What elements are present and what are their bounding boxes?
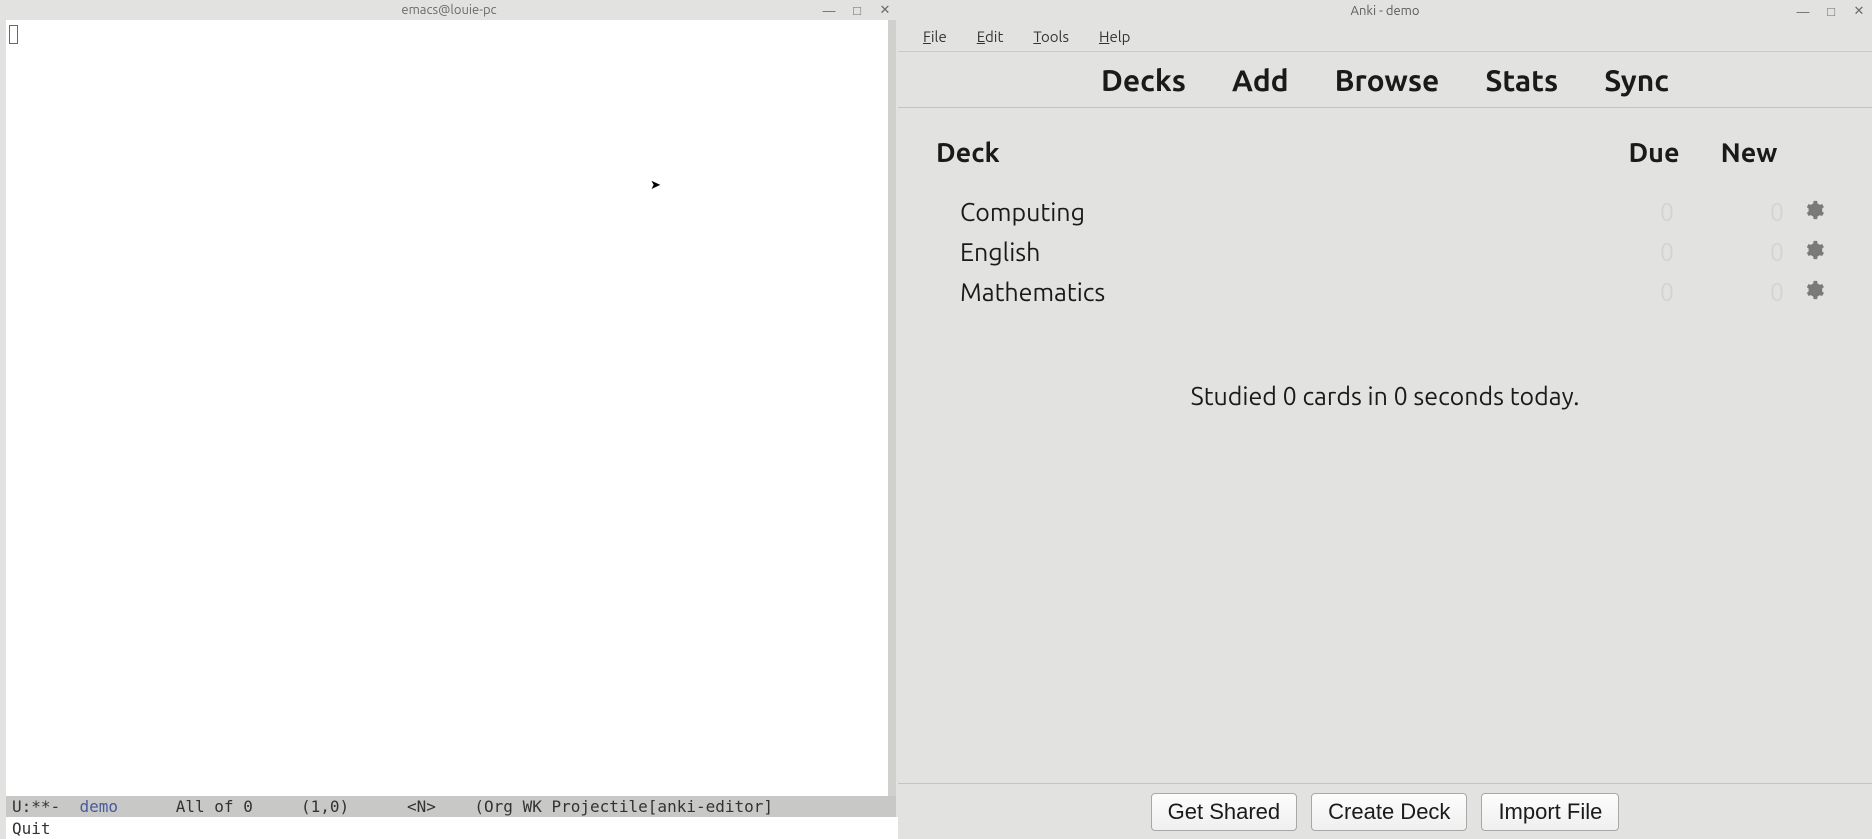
deck-due: 0 (1604, 198, 1704, 226)
emacs-minibuffer[interactable]: Quit (6, 817, 898, 839)
header-new: New (1704, 138, 1794, 168)
gear-icon (1803, 279, 1825, 301)
modeline-position: All of 0 (176, 797, 253, 816)
anki-window: Anki - demo — □ ✕ File Edit Tools Help D… (898, 0, 1872, 839)
anki-toolbar: Decks Add Browse Stats Sync (898, 52, 1872, 108)
toolbar-add[interactable]: Add (1232, 63, 1289, 97)
import-file-button[interactable]: Import File (1481, 793, 1619, 831)
emacs-window: emacs@louie-pc — □ ✕ ➤ U:**- demo All of… (0, 0, 898, 839)
modeline-modes: (Org WK Projectile[anki-editor] (474, 797, 773, 816)
scrollbar[interactable] (888, 20, 896, 796)
menu-tools[interactable]: Tools (1018, 24, 1084, 49)
modeline-line-col: (1,0) (301, 797, 349, 816)
anki-menubar: File Edit Tools Help (898, 22, 1872, 52)
header-deck: Deck (936, 138, 1604, 168)
deck-name[interactable]: Mathematics (960, 278, 1604, 306)
emacs-editor-area[interactable]: ➤ (0, 20, 898, 796)
modeline-buffer-name: demo (79, 797, 118, 816)
menu-edit[interactable]: Edit (962, 24, 1019, 49)
get-shared-button[interactable]: Get Shared (1151, 793, 1298, 831)
emacs-modeline[interactable]: U:**- demo All of 0 (1,0) <N> (Org WK Pr… (6, 796, 896, 817)
header-due: Due (1604, 138, 1704, 168)
deck-new: 0 (1704, 278, 1794, 306)
study-stats: Studied 0 cards in 0 seconds today. (926, 382, 1844, 410)
anki-window-controls: — □ ✕ (1796, 0, 1866, 22)
minimize-button[interactable]: — (1796, 4, 1810, 18)
close-button[interactable]: ✕ (1852, 4, 1866, 18)
deck-new: 0 (1704, 198, 1794, 226)
emacs-window-controls: — □ ✕ (822, 0, 892, 20)
deck-name[interactable]: Computing (960, 198, 1604, 226)
modeline-prefix: U:**- (12, 797, 79, 816)
deck-new: 0 (1704, 238, 1794, 266)
deck-due: 0 (1604, 278, 1704, 306)
text-cursor (9, 25, 18, 44)
toolbar-sync[interactable]: Sync (1604, 63, 1669, 97)
toolbar-stats[interactable]: Stats (1485, 63, 1558, 97)
emacs-titlebar: emacs@louie-pc — □ ✕ (0, 0, 898, 20)
minibuffer-text: Quit (12, 819, 51, 838)
create-deck-button[interactable]: Create Deck (1311, 793, 1467, 831)
deck-settings[interactable] (1794, 198, 1834, 226)
maximize-button[interactable]: □ (1824, 4, 1838, 18)
anki-body: Deck Due New Computing 0 0 English 0 0 M… (898, 108, 1872, 783)
deck-due: 0 (1604, 238, 1704, 266)
emacs-title: emacs@louie-pc (401, 3, 496, 17)
deck-name[interactable]: English (960, 238, 1604, 266)
deck-row: Mathematics 0 0 (926, 272, 1844, 312)
toolbar-decks[interactable]: Decks (1101, 63, 1186, 97)
deck-settings[interactable] (1794, 238, 1834, 266)
gear-icon (1803, 239, 1825, 261)
minimize-button[interactable]: — (822, 3, 836, 17)
gear-icon (1803, 199, 1825, 221)
maximize-button[interactable]: □ (850, 3, 864, 17)
deck-settings[interactable] (1794, 278, 1834, 306)
mouse-pointer-icon: ➤ (650, 178, 661, 193)
anki-titlebar: Anki - demo — □ ✕ (898, 0, 1872, 22)
close-button[interactable]: ✕ (878, 3, 892, 17)
anki-footer: Get Shared Create Deck Import File (898, 783, 1872, 839)
deck-list-header: Deck Due New (926, 138, 1844, 192)
toolbar-browse[interactable]: Browse (1335, 63, 1440, 97)
menu-help[interactable]: Help (1084, 24, 1145, 49)
menu-file[interactable]: File (908, 24, 962, 49)
deck-row: English 0 0 (926, 232, 1844, 272)
deck-row: Computing 0 0 (926, 192, 1844, 232)
anki-title: Anki - demo (1351, 4, 1420, 18)
modeline-mode-indicator: <N> (407, 797, 436, 816)
